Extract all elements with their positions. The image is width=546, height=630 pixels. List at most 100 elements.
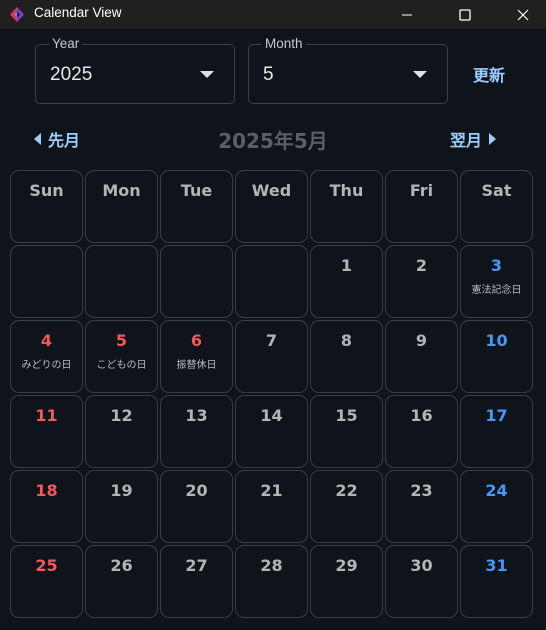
day-cell[interactable]: 16: [385, 395, 458, 468]
day-cell[interactable]: 1: [310, 245, 383, 318]
day-cell[interactable]: 7: [235, 320, 308, 393]
holiday-name: 振替休日: [176, 360, 217, 371]
holiday-name: みどりの日: [21, 360, 72, 371]
refresh-button[interactable]: 更新: [473, 62, 505, 86]
weekday-header: Wed: [235, 170, 308, 243]
chevron-down-icon: [200, 71, 214, 78]
close-icon: [517, 9, 529, 20]
day-cell[interactable]: 29: [310, 545, 383, 618]
day-number: 26: [110, 556, 133, 575]
holiday-name: 憲法記念日: [471, 285, 522, 296]
day-number: 29: [335, 556, 358, 575]
year-select[interactable]: Year 2025: [35, 36, 235, 104]
year-value: 2025: [50, 64, 93, 85]
day-cell[interactable]: 4 みどりの日: [10, 320, 83, 393]
day-cell[interactable]: 9: [385, 320, 458, 393]
weekday-header: Fri: [385, 170, 458, 243]
day-number: 23: [410, 481, 433, 500]
empty-day-cell: [85, 245, 158, 318]
weekday-label: Tue: [180, 181, 213, 200]
day-number: 5: [115, 331, 128, 350]
weekday-header: Sat: [460, 170, 533, 243]
day-cell[interactable]: 28: [235, 545, 308, 618]
day-cell[interactable]: 23: [385, 470, 458, 543]
day-number: 1: [340, 256, 353, 275]
day-number: 15: [335, 406, 358, 425]
weekday-header: Mon: [85, 170, 158, 243]
day-number: 2: [415, 256, 428, 275]
weekday-header: Sun: [10, 170, 83, 243]
weekday-header: Tue: [160, 170, 233, 243]
day-number: 28: [260, 556, 283, 575]
day-number: 12: [110, 406, 133, 425]
day-cell[interactable]: 31: [460, 545, 533, 618]
day-cell[interactable]: 15: [310, 395, 383, 468]
day-cell[interactable]: 18: [10, 470, 83, 543]
next-month-label: 翌月: [450, 131, 483, 150]
day-number: 31: [485, 556, 508, 575]
day-cell[interactable]: 8: [310, 320, 383, 393]
app-logo-icon: [10, 7, 24, 22]
day-cell[interactable]: 24: [460, 470, 533, 543]
day-cell[interactable]: 14: [235, 395, 308, 468]
day-cell[interactable]: 3 憲法記念日: [460, 245, 533, 318]
day-number: 21: [260, 481, 283, 500]
month-value: 5: [263, 64, 274, 85]
day-number: 14: [260, 406, 283, 425]
day-number: 7: [265, 331, 278, 350]
caret-right-icon: [489, 133, 497, 145]
next-month-button[interactable]: 翌月: [450, 127, 497, 151]
day-number: 30: [410, 556, 433, 575]
close-button[interactable]: [500, 0, 546, 29]
weekday-label: Wed: [251, 181, 292, 200]
year-label: Year: [49, 36, 83, 51]
day-number: 9: [415, 331, 428, 350]
day-number: 22: [335, 481, 358, 500]
empty-day-cell: [10, 245, 83, 318]
maximize-button[interactable]: [442, 0, 488, 29]
calendar-grid: Sun Mon Tue Wed Thu Fri Sat 1 2 3 憲法記念日 4 みどりの日 5 こどもの…: [10, 170, 533, 618]
minimize-button[interactable]: [384, 0, 430, 29]
maximize-icon: [459, 8, 471, 21]
holiday-name: こどもの日: [96, 360, 147, 371]
day-cell[interactable]: 25: [10, 545, 83, 618]
day-number: 19: [110, 481, 133, 500]
day-cell[interactable]: 12: [85, 395, 158, 468]
weekday-label: Mon: [102, 181, 141, 200]
day-cell[interactable]: 27: [160, 545, 233, 618]
day-cell[interactable]: 30: [385, 545, 458, 618]
day-number: 3: [490, 256, 503, 275]
day-number: 17: [485, 406, 508, 425]
month-label: Month: [262, 36, 306, 51]
month-select[interactable]: Month 5: [248, 36, 448, 104]
day-number: 20: [185, 481, 208, 500]
chevron-down-icon: [413, 71, 427, 78]
day-cell[interactable]: 13: [160, 395, 233, 468]
day-number: 18: [35, 481, 58, 500]
day-number: 8: [340, 331, 353, 350]
window-title: Calendar View: [34, 5, 122, 20]
day-number: 11: [35, 406, 58, 425]
day-cell[interactable]: 19: [85, 470, 158, 543]
day-cell[interactable]: 10: [460, 320, 533, 393]
title-bar: Calendar View: [0, 0, 546, 29]
day-cell[interactable]: 2: [385, 245, 458, 318]
day-cell[interactable]: 6 振替休日: [160, 320, 233, 393]
day-number: 6: [190, 331, 203, 350]
weekday-label: Sun: [29, 181, 64, 200]
weekday-label: Sat: [481, 181, 512, 200]
weekday-label: Fri: [409, 181, 434, 200]
day-cell[interactable]: 21: [235, 470, 308, 543]
weekday-label: Thu: [329, 181, 364, 200]
day-cell[interactable]: 5 こどもの日: [85, 320, 158, 393]
day-number: 27: [185, 556, 208, 575]
day-number: 4: [40, 331, 53, 350]
day-cell[interactable]: 22: [310, 470, 383, 543]
minimize-icon: [402, 14, 412, 15]
day-cell[interactable]: 17: [460, 395, 533, 468]
day-cell[interactable]: 20: [160, 470, 233, 543]
day-cell[interactable]: 26: [85, 545, 158, 618]
day-cell[interactable]: 11: [10, 395, 83, 468]
day-number: 10: [485, 331, 508, 350]
day-number: 16: [410, 406, 433, 425]
